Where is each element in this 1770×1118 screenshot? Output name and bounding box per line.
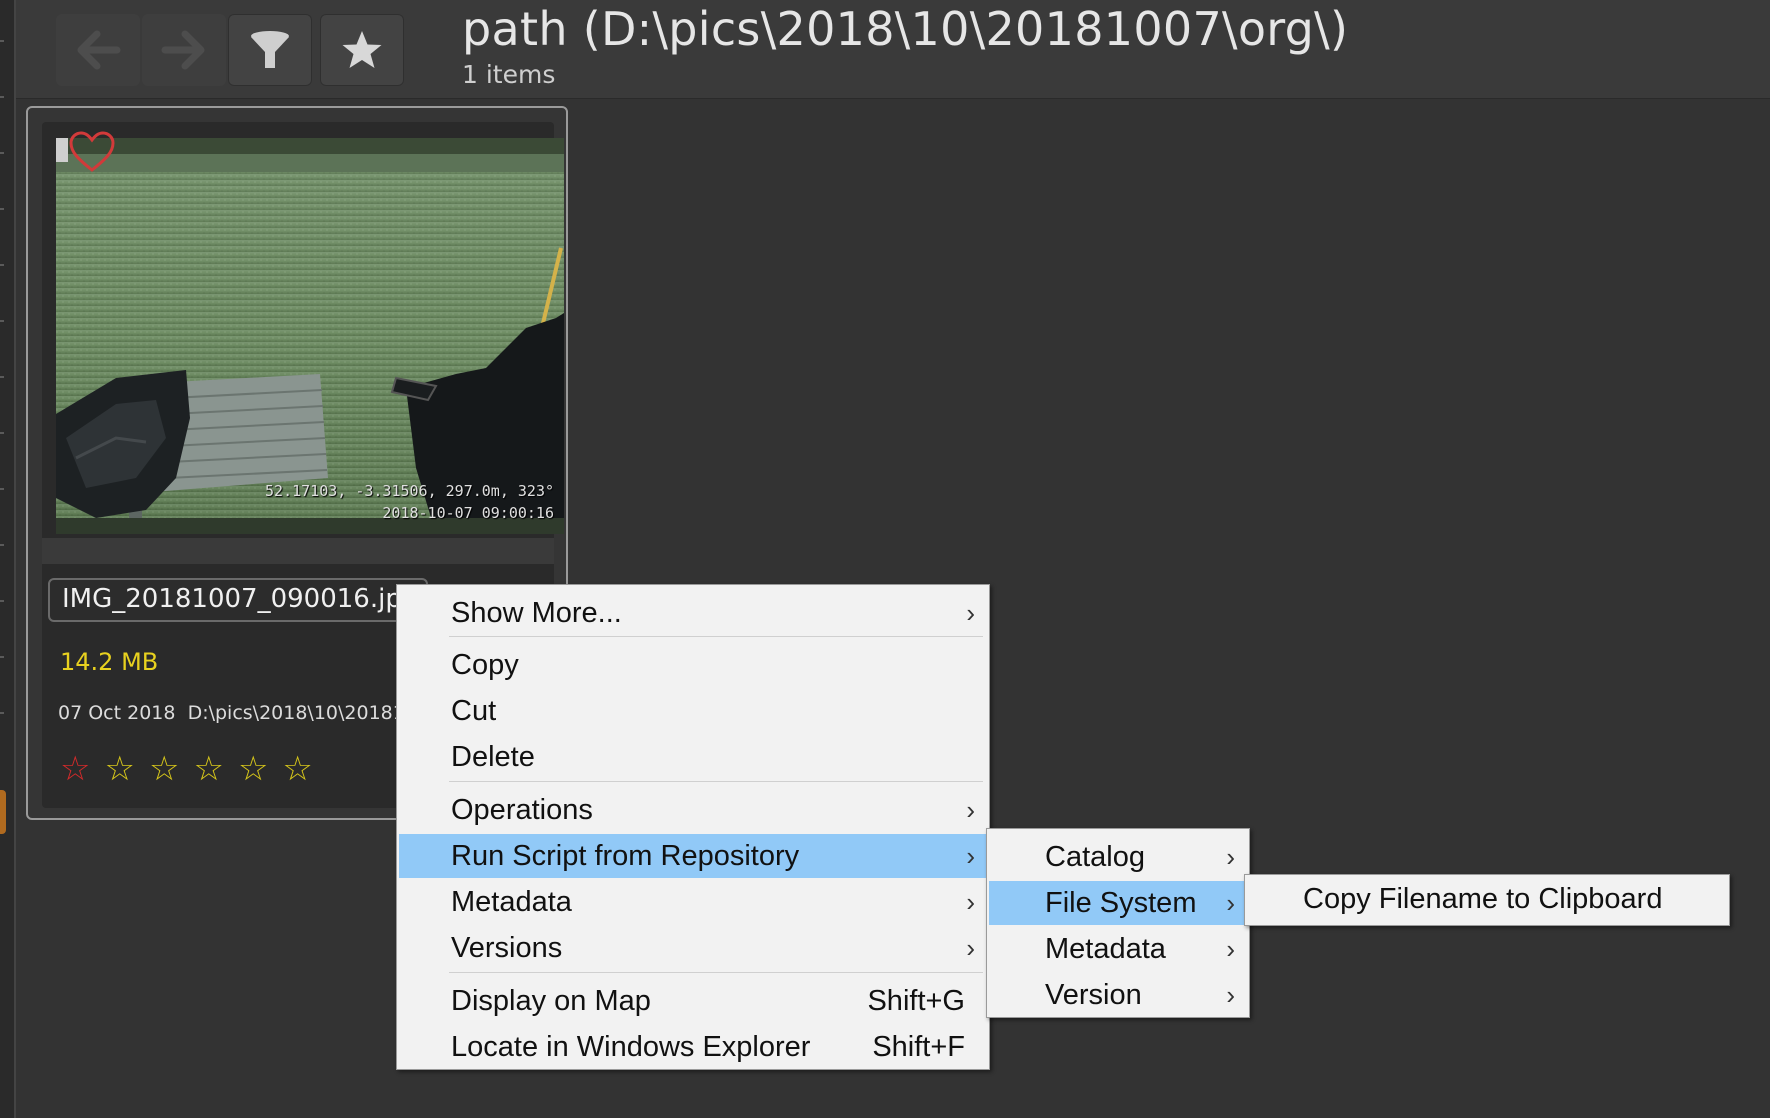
edge-tick bbox=[0, 712, 4, 714]
chevron-right-icon: › bbox=[1226, 934, 1235, 964]
menu-item-label: Operations bbox=[451, 794, 593, 826]
filename-text: IMG_20181007_090016.jpg bbox=[62, 584, 419, 614]
favorites-button[interactable] bbox=[320, 14, 404, 86]
script-submenu: Catalog › File System › Metadata › Versi… bbox=[986, 828, 1250, 1018]
edge-tick bbox=[0, 656, 4, 658]
panel-tab-handle[interactable] bbox=[0, 790, 6, 834]
menu-item-label: File System bbox=[1045, 887, 1197, 919]
menu-item-run-script[interactable]: Run Script from Repository › bbox=[399, 834, 987, 878]
menu-separator bbox=[449, 636, 983, 637]
rating-star-icon[interactable]: ☆ bbox=[104, 752, 134, 786]
rating-star-icon[interactable]: ☆ bbox=[282, 752, 312, 786]
menu-item-label: Version bbox=[1045, 979, 1142, 1011]
edge-tick bbox=[0, 208, 4, 210]
menu-item-copy-filename[interactable]: Copy Filename to Clipboard bbox=[1247, 877, 1727, 921]
menu-item-copy[interactable]: Copy bbox=[399, 643, 987, 687]
chevron-right-icon: › bbox=[966, 933, 975, 963]
chevron-right-icon: › bbox=[1226, 842, 1235, 872]
edge-tick bbox=[0, 376, 4, 378]
thumbnail-divider bbox=[42, 538, 554, 564]
menu-item-label: Show More... bbox=[451, 597, 622, 629]
chevron-right-icon: › bbox=[1226, 980, 1235, 1010]
menu-item-display-on-map[interactable]: Display on Map Shift+G bbox=[399, 979, 987, 1023]
menu-item-label: Metadata bbox=[1045, 933, 1166, 965]
menu-item-label: Copy bbox=[451, 649, 519, 681]
menu-item-label: Metadata bbox=[451, 886, 572, 918]
menu-item-label: Copy Filename to Clipboard bbox=[1303, 883, 1663, 915]
forward-button[interactable] bbox=[142, 14, 226, 86]
menu-item-delete[interactable]: Delete bbox=[399, 735, 987, 779]
menu-item-label: Display on Map bbox=[451, 985, 651, 1017]
chevron-right-icon: › bbox=[1226, 888, 1235, 918]
edge-tick bbox=[0, 40, 4, 42]
toolbar: path (D:\pics\2018\10\20181007\org\) 1 i… bbox=[16, 0, 1770, 99]
menu-item-locate-in-explorer[interactable]: Locate in Windows Explorer Shift+F bbox=[399, 1025, 987, 1069]
photo-datetime-overlay: 2018-10-07 09:00:16 bbox=[382, 504, 554, 522]
edge-tick bbox=[0, 264, 4, 266]
chevron-right-icon: › bbox=[966, 841, 975, 871]
app-window: path (D:\pics\2018\10\20181007\org\) 1 i… bbox=[0, 0, 1770, 1118]
menu-item-label: Catalog bbox=[1045, 841, 1145, 873]
chevron-right-icon: › bbox=[966, 887, 975, 917]
edge-tick bbox=[0, 320, 4, 322]
edge-tick bbox=[0, 432, 4, 434]
edge-tick bbox=[0, 544, 4, 546]
menu-item-shortcut: Shift+F bbox=[872, 1031, 965, 1063]
photo-image bbox=[56, 138, 564, 534]
left-panel-edge[interactable] bbox=[0, 0, 16, 1118]
menu-item-script-metadata[interactable]: Metadata › bbox=[989, 927, 1247, 971]
filename-field[interactable]: IMG_20181007_090016.jpg bbox=[48, 578, 428, 622]
file-size: 14.2 MB bbox=[60, 648, 159, 676]
context-menu: Show More... › Copy Cut Delete Operation… bbox=[396, 584, 990, 1070]
edge-tick bbox=[0, 96, 4, 98]
menu-item-label: Locate in Windows Explorer bbox=[451, 1031, 811, 1063]
menu-item-shortcut: Shift+G bbox=[867, 985, 965, 1017]
menu-item-label: Run Script from Repository bbox=[451, 840, 800, 872]
edge-tick bbox=[0, 488, 4, 490]
arrow-left-icon bbox=[77, 30, 121, 70]
menu-item-metadata[interactable]: Metadata › bbox=[399, 880, 987, 924]
menu-item-versions[interactable]: Versions › bbox=[399, 926, 987, 970]
star-icon bbox=[342, 31, 382, 68]
file-date: 07 Oct 2018 bbox=[58, 702, 176, 724]
funnel-icon bbox=[251, 31, 289, 68]
rating-star-icon[interactable]: ☆ bbox=[238, 752, 268, 786]
chevron-right-icon: › bbox=[966, 795, 975, 825]
rating-star-icon[interactable]: ☆ bbox=[193, 752, 223, 786]
arrow-right-icon bbox=[161, 30, 205, 70]
page-title: path (D:\pics\2018\10\20181007\org\) bbox=[462, 2, 1349, 56]
menu-item-label: Cut bbox=[451, 695, 497, 727]
back-button[interactable] bbox=[56, 14, 140, 86]
reject-star-icon[interactable]: ☆ bbox=[60, 752, 90, 786]
rating-stars: ☆ ☆ ☆ ☆ ☆ ☆ bbox=[60, 752, 313, 786]
photo-gps-overlay: 52.17103, -3.31506, 297.0m, 323° bbox=[265, 482, 554, 500]
edge-tick bbox=[0, 152, 4, 154]
menu-separator bbox=[449, 781, 983, 782]
items-count: 1 items bbox=[462, 60, 556, 89]
menu-item-catalog[interactable]: Catalog › bbox=[989, 835, 1247, 879]
edge-tick bbox=[0, 600, 4, 602]
rating-star-icon[interactable]: ☆ bbox=[149, 752, 179, 786]
filesystem-submenu: Copy Filename to Clipboard bbox=[1244, 874, 1730, 926]
heart-icon[interactable] bbox=[68, 130, 116, 174]
menu-item-version[interactable]: Version › bbox=[989, 973, 1247, 1017]
menu-item-file-system[interactable]: File System › bbox=[989, 881, 1247, 925]
filter-button[interactable] bbox=[228, 14, 312, 86]
menu-item-show-more[interactable]: Show More... › bbox=[399, 591, 987, 635]
menu-item-cut[interactable]: Cut bbox=[399, 689, 987, 733]
chevron-right-icon: › bbox=[966, 598, 975, 628]
photo-thumbnail[interactable]: 52.17103, -3.31506, 297.0m, 323° 2018-10… bbox=[56, 138, 564, 534]
menu-separator bbox=[449, 972, 983, 973]
menu-item-label: Versions bbox=[451, 932, 563, 964]
menu-item-operations[interactable]: Operations › bbox=[399, 788, 987, 832]
menu-item-label: Delete bbox=[451, 741, 535, 773]
